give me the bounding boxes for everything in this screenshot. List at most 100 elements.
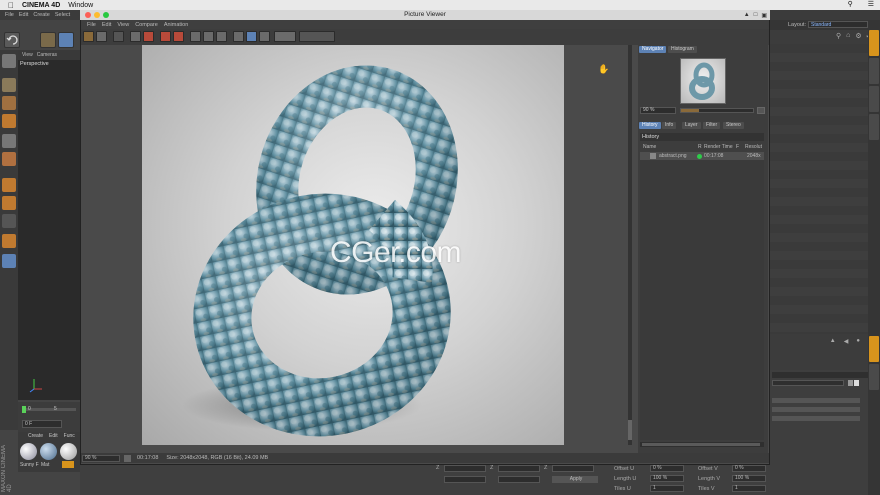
tool-cube-icon[interactable]	[2, 54, 16, 68]
history-col-name[interactable]: Name	[643, 143, 656, 151]
coord-mode-select[interactable]	[444, 476, 486, 483]
tool-texture-icon[interactable]	[2, 96, 16, 110]
history-col-resolution[interactable]: Resolut	[745, 143, 762, 151]
attr-gear-icon[interactable]	[854, 380, 859, 386]
tool-workplane-icon[interactable]	[2, 234, 16, 248]
select-tool-button[interactable]	[40, 32, 56, 48]
tab-histogram[interactable]: Histogram	[668, 46, 697, 53]
pv-channel-2-icon[interactable]	[259, 31, 270, 42]
coord-z-field-1[interactable]	[444, 465, 486, 472]
tab-layer[interactable]: Layer	[682, 122, 701, 129]
pv-maximize-icon[interactable]: ▣	[761, 12, 767, 19]
tool-polygons-icon[interactable]	[2, 178, 16, 192]
history-col-r[interactable]: R	[698, 143, 702, 151]
pv-ab-compare-icon[interactable]	[190, 31, 201, 42]
side-tab-layers[interactable]	[869, 364, 879, 390]
material-menu-func[interactable]: Func	[64, 432, 75, 440]
tab-stereo[interactable]: Stereo	[723, 122, 744, 129]
pv-zoom-field[interactable]: 90 %	[82, 454, 120, 462]
layout-select[interactable]: Standard	[808, 21, 868, 28]
pv-open-icon[interactable]	[83, 31, 94, 42]
side-tab-objects[interactable]	[869, 30, 879, 56]
window-zoom-icon[interactable]	[103, 12, 109, 18]
tool-edges-icon[interactable]	[2, 152, 16, 166]
list-icon[interactable]: ☰	[868, 0, 874, 8]
pv-stop-icon[interactable]	[143, 31, 154, 42]
side-tab-attributes[interactable]	[869, 336, 879, 362]
tool-points-icon[interactable]	[2, 134, 16, 148]
search-icon[interactable]: ⚲	[848, 0, 853, 8]
side-tab-takes[interactable]	[869, 58, 879, 84]
tab-filter[interactable]: Filter	[703, 122, 721, 129]
window-minimize-icon[interactable]	[94, 12, 100, 18]
pv-pin-icon[interactable]: ▲	[744, 12, 750, 19]
tool-axis-icon[interactable]	[2, 196, 16, 210]
tool-make-editable-icon[interactable]	[2, 78, 16, 92]
object-search-icon[interactable]: ⚲	[836, 32, 841, 40]
pv-zoom-dropdown-icon[interactable]	[124, 454, 131, 462]
pv-region-icon[interactable]	[160, 31, 171, 42]
pv-channel-icon[interactable]	[246, 31, 257, 42]
attribute-row[interactable]	[772, 398, 860, 403]
coord-size-select[interactable]	[498, 476, 540, 483]
attr-back-arrow-icon[interactable]: ◀	[844, 338, 849, 345]
material-menu-edit[interactable]: Edit	[49, 432, 58, 440]
c4d-menu-select[interactable]: Select	[55, 12, 70, 18]
pv-layout-icon[interactable]: □	[754, 12, 758, 19]
undo-button[interactable]	[4, 32, 20, 48]
move-tool-button[interactable]	[58, 32, 74, 48]
navigator-zoom-field[interactable]: 90 %	[640, 107, 676, 114]
window-close-icon[interactable]	[85, 12, 91, 18]
history-row[interactable]: abstract.png 00:17:08 2048x	[640, 152, 764, 160]
history-list-area[interactable]	[640, 160, 764, 440]
apply-button[interactable]: Apply	[552, 476, 598, 483]
c4d-menu-create[interactable]: Create	[33, 12, 50, 18]
pv-ab-compare-2-icon[interactable]	[203, 31, 214, 42]
offset-v-field[interactable]: 0 %	[732, 465, 766, 472]
viewport-menu-view[interactable]: View	[22, 52, 33, 58]
c4d-menu-file[interactable]: File	[5, 12, 14, 18]
navigator-zoom-plus-icon[interactable]	[757, 107, 765, 114]
pv-save-icon[interactable]	[96, 31, 107, 42]
material-third-swatch[interactable]	[60, 443, 77, 460]
attr-search-icon[interactable]	[848, 380, 853, 386]
coord-z-field-3[interactable]	[552, 465, 594, 472]
viewport-menu-cameras[interactable]: Cameras	[37, 52, 57, 58]
pv-menu-view[interactable]: View	[117, 22, 129, 28]
pv-scrollbar-thumb[interactable]	[628, 420, 632, 440]
pv-render-icon[interactable]	[130, 31, 141, 42]
attr-lock-icon[interactable]: ●	[856, 338, 860, 344]
tab-info[interactable]: Info	[662, 122, 677, 129]
coord-z-field-2[interactable]	[498, 465, 540, 472]
pv-menu-animation[interactable]: Animation	[164, 22, 188, 28]
tool-layers-icon[interactable]	[2, 254, 16, 268]
length-u-field[interactable]: 100 %	[650, 475, 684, 482]
tab-navigator[interactable]: Navigator	[639, 46, 667, 53]
object-home-icon[interactable]: ⌂	[846, 32, 850, 40]
tiles-u-field[interactable]: 1	[650, 485, 684, 492]
navigator-thumbnail[interactable]	[680, 58, 726, 104]
history-h-scrollbar-thumb[interactable]	[642, 443, 760, 446]
length-v-field[interactable]: 100 %	[732, 475, 766, 482]
pv-ab-compare-3-icon[interactable]	[216, 31, 227, 42]
material-menu-create[interactable]: Create	[28, 432, 43, 440]
material-mat-swatch[interactable]	[40, 443, 57, 460]
history-col-render-time[interactable]: Render Time	[704, 143, 733, 151]
pv-film-icon[interactable]	[233, 31, 244, 42]
pv-menu-edit[interactable]: Edit	[102, 22, 111, 28]
tab-history[interactable]: History	[639, 122, 661, 129]
pv-vertical-scrollbar[interactable]	[628, 45, 632, 445]
pv-menu-compare[interactable]: Compare	[135, 22, 158, 28]
app-menu[interactable]: CINEMA 4D	[22, 2, 60, 9]
c4d-menu-edit[interactable]: Edit	[19, 12, 28, 18]
pv-region-2-icon[interactable]	[173, 31, 184, 42]
object-settings-icon[interactable]: ⚙	[855, 32, 861, 40]
attribute-row[interactable]	[772, 416, 860, 421]
tiles-v-field[interactable]: 1	[732, 485, 766, 492]
offset-u-field[interactable]: 0 %	[650, 465, 684, 472]
timeline[interactable]: 0 5 0 F	[18, 402, 80, 432]
pv-playback-icon[interactable]	[274, 31, 296, 42]
side-tab-structure[interactable]	[869, 114, 879, 140]
current-frame-field[interactable]: 0 F	[22, 420, 62, 428]
attribute-row[interactable]	[772, 407, 860, 412]
